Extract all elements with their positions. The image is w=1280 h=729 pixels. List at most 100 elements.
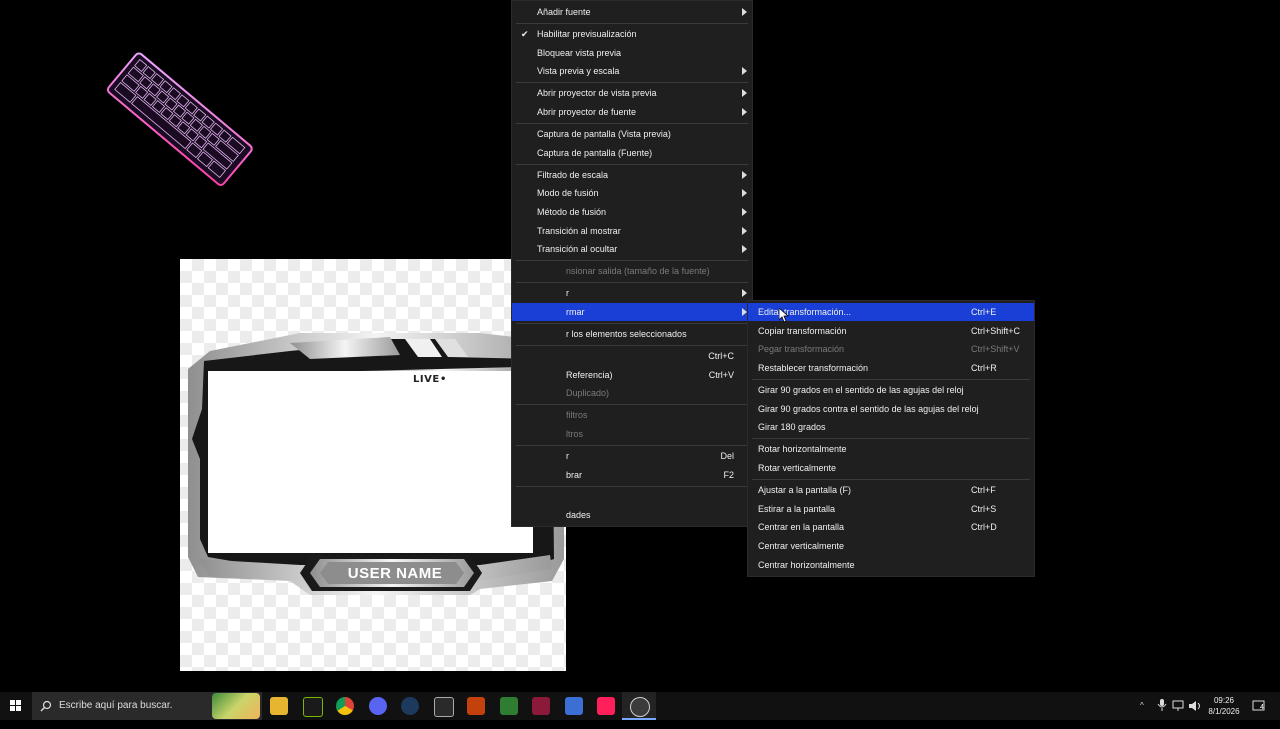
menu-item-add-source[interactable]: Añadir fuente bbox=[512, 3, 752, 21]
menu-item-hide-transition[interactable]: Transición al ocultar bbox=[512, 240, 752, 258]
menu-separator bbox=[516, 23, 748, 24]
clock-time: 09:26 bbox=[1213, 696, 1235, 705]
chrome-icon[interactable] bbox=[336, 697, 354, 715]
menu-item-blend-method[interactable]: Método de fusión bbox=[512, 203, 752, 221]
chevron-right-icon bbox=[742, 108, 747, 116]
chevron-right-icon bbox=[742, 208, 747, 216]
menu-item-resize-output: nsionar salida (tamaño de la fuente) bbox=[566, 266, 710, 276]
system-clock[interactable]: 09:26 8/1/2026 bbox=[1196, 695, 1252, 717]
menu-item-fit-to-screen[interactable]: Ajustar a la pantalla (F) Ctrl+F bbox=[748, 481, 1034, 499]
keyboard-image bbox=[106, 52, 253, 186]
menu-item-center-vertically[interactable]: Centrar verticalmente bbox=[748, 537, 1034, 555]
clock-date: 8/1/2026 bbox=[1208, 707, 1240, 716]
menu-separator bbox=[516, 164, 748, 165]
menu-item-stretch-to-screen[interactable]: Estirar a la pantalla Ctrl+S bbox=[748, 500, 1034, 518]
tiktok-icon[interactable] bbox=[597, 697, 615, 715]
chevron-right-icon bbox=[742, 67, 747, 75]
notification-count: 4 bbox=[1260, 704, 1264, 711]
windows-logo-icon bbox=[10, 700, 21, 711]
webcam-overlay-source[interactable]: LIVE • USER NAME bbox=[180, 259, 566, 671]
chevron-right-icon bbox=[742, 289, 747, 297]
menu-item-paste-duplicate: Duplicado) bbox=[566, 388, 610, 398]
menu-separator bbox=[516, 82, 748, 83]
menu-separator bbox=[516, 404, 748, 405]
menu-item-flip-vertical[interactable]: Rotar verticalmente bbox=[748, 459, 1034, 477]
network-icon[interactable] bbox=[1172, 700, 1186, 728]
menu-item-center-horizontally[interactable]: Centrar horizontalmente bbox=[748, 556, 1034, 574]
chevron-right-icon bbox=[742, 245, 747, 253]
menu-item-center-to-screen[interactable]: Centrar en la pantalla Ctrl+D bbox=[748, 518, 1034, 536]
menu-item-preview-scaling[interactable]: Vista previa y escala bbox=[512, 62, 752, 80]
transform-submenu: Editar transformación... Ctrl+E Copiar tr… bbox=[747, 300, 1035, 577]
menu-item-source-projector[interactable]: Abrir proyector de fuente bbox=[512, 103, 752, 121]
menu-item-copy[interactable]: Ctrl+C bbox=[512, 347, 752, 365]
menu-item-paste-transform: Pegar transformación Ctrl+Shift+V bbox=[758, 344, 1020, 354]
app-icon-green[interactable] bbox=[500, 697, 518, 715]
chevron-right-icon bbox=[742, 227, 747, 235]
overlay-frame-graphic bbox=[188, 333, 564, 595]
menu-item-edit-transform[interactable]: Editar transformación... Ctrl+E bbox=[748, 303, 1034, 321]
file-explorer-icon[interactable] bbox=[270, 697, 288, 715]
chevron-right-icon bbox=[742, 189, 747, 197]
mouse-cursor-icon bbox=[779, 308, 789, 323]
chevron-right-icon bbox=[742, 8, 747, 16]
discord-icon[interactable] bbox=[369, 697, 387, 715]
menu-item-properties[interactable]: dades bbox=[512, 506, 752, 524]
menu-item-copy-transform[interactable]: Copiar transformación Ctrl+Shift+C bbox=[748, 322, 1034, 340]
taskbar-search-box[interactable]: Escribe aquí para buscar. bbox=[32, 692, 262, 720]
menu-item-flip-horizontal[interactable]: Rotar horizontalmente bbox=[748, 440, 1034, 458]
menu-item-transform[interactable]: rmar bbox=[512, 303, 752, 321]
menu-item-rename[interactable]: brar F2 bbox=[512, 466, 752, 484]
search-highlight-image bbox=[212, 693, 260, 719]
menu-item-blend-mode[interactable]: Modo de fusión bbox=[512, 184, 752, 202]
menu-separator bbox=[752, 438, 1030, 439]
chevron-right-icon bbox=[742, 89, 747, 97]
menu-separator bbox=[516, 282, 748, 283]
steam-icon[interactable] bbox=[401, 697, 419, 715]
notification-center-icon[interactable]: 4 bbox=[1252, 698, 1266, 712]
menu-separator bbox=[752, 379, 1030, 380]
nvidia-icon[interactable] bbox=[303, 697, 323, 717]
menu-item-show-transition[interactable]: Transición al mostrar bbox=[512, 222, 752, 240]
menu-item-copy-filters: filtros bbox=[566, 410, 588, 420]
menu-separator bbox=[516, 445, 748, 446]
menu-separator bbox=[516, 345, 748, 346]
app-icon-orange[interactable] bbox=[467, 697, 485, 715]
menu-separator bbox=[752, 479, 1030, 480]
menu-item-paste-filters: ltros bbox=[566, 429, 584, 439]
search-icon bbox=[40, 700, 52, 712]
menu-item-order[interactable]: r bbox=[512, 284, 752, 302]
menu-item-lock-preview[interactable]: Bloquear vista previa bbox=[512, 44, 752, 62]
menu-item-scale-filtering[interactable]: Filtrado de escala bbox=[512, 166, 752, 184]
microphone-icon[interactable] bbox=[1157, 698, 1167, 712]
chevron-right-icon bbox=[742, 171, 747, 179]
start-button[interactable] bbox=[0, 692, 32, 720]
chevron-up-icon[interactable]: ^ bbox=[1140, 701, 1144, 729]
username-label: USER NAME bbox=[347, 565, 443, 582]
menu-item-rotate-180[interactable]: Girar 180 grados bbox=[748, 418, 1034, 436]
menu-item-reset-transform[interactable]: Restablecer transformación Ctrl+R bbox=[748, 359, 1034, 377]
menu-item-remove[interactable]: r Del bbox=[512, 447, 752, 465]
windows-taskbar: Escribe aquí para buscar. ^ 09:26 8/1/20… bbox=[0, 692, 1280, 720]
menu-separator bbox=[516, 260, 748, 261]
app-icon-red[interactable] bbox=[532, 697, 550, 715]
active-app-indicator bbox=[622, 692, 656, 720]
menu-item-rotate-90-cw[interactable]: Girar 90 grados en el sentido de las agu… bbox=[748, 381, 1034, 399]
menu-item-screenshot-source[interactable]: Captura de pantalla (Fuente) bbox=[512, 144, 752, 162]
epic-games-icon[interactable] bbox=[434, 697, 454, 717]
menu-item-preview-projector[interactable]: Abrir proyector de vista previa bbox=[512, 84, 752, 102]
search-placeholder: Escribe aquí para buscar. bbox=[59, 700, 173, 711]
menu-separator bbox=[516, 323, 748, 324]
checkmark-icon: ✔ bbox=[521, 29, 529, 39]
app-icon-blue[interactable] bbox=[565, 697, 583, 715]
menu-item-enable-preview[interactable]: ✔ Habilitar previsualización bbox=[512, 25, 752, 43]
source-context-menu: Añadir fuente ✔ Habilitar previsualizació… bbox=[511, 0, 753, 527]
menu-item-rotate-90-ccw[interactable]: Girar 90 grados contra el sentido de las… bbox=[748, 400, 1034, 418]
live-dot: • bbox=[440, 374, 447, 385]
menu-item-screenshot-preview[interactable]: Captura de pantalla (Vista previa) bbox=[512, 125, 752, 143]
menu-item-group-selected[interactable]: r los elementos seleccionados bbox=[512, 325, 752, 343]
live-label: LIVE bbox=[413, 374, 440, 385]
menu-separator bbox=[516, 123, 748, 124]
menu-item-paste-reference[interactable]: Referencia) Ctrl+V bbox=[512, 366, 752, 384]
menu-separator bbox=[516, 486, 748, 487]
